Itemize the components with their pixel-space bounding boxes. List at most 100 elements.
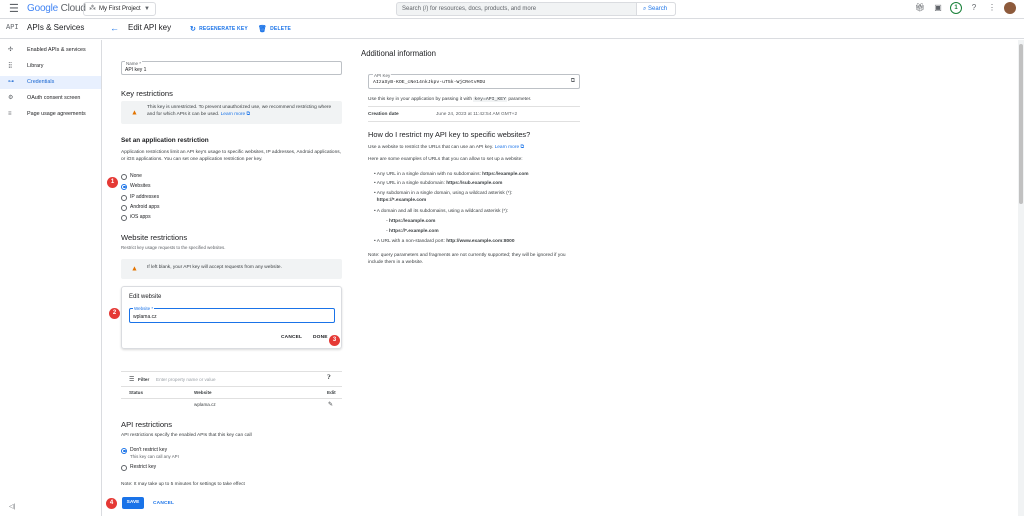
library-icon: ⣿ bbox=[8, 63, 13, 69]
help-icon[interactable]: ❓︎ bbox=[327, 375, 331, 382]
radio-label: None bbox=[130, 173, 142, 179]
gift-icon[interactable]: 🎁︎ bbox=[914, 2, 926, 14]
avatar[interactable] bbox=[1004, 2, 1016, 14]
sidebar: ✣ Enabled APIs & services ⣿ Library ⊶ Crede… bbox=[0, 40, 102, 516]
bullet-text: Any URL in a single domain with no subdo… bbox=[376, 172, 481, 177]
logo-google: Google bbox=[27, 3, 59, 14]
scrollbar[interactable] bbox=[1018, 40, 1024, 516]
marker-1: 1 bbox=[107, 177, 118, 188]
scrollbar-thumb[interactable] bbox=[1019, 44, 1023, 204]
col-website: Website bbox=[194, 390, 212, 395]
radio-dot bbox=[121, 173, 127, 180]
edit-pencil-icon[interactable]: ✎ bbox=[328, 401, 333, 408]
notifications-badge[interactable]: 1 bbox=[950, 2, 962, 14]
sidebar-item-enabled-apis[interactable]: ✣ Enabled APIs & services bbox=[0, 44, 101, 57]
radio-android-apps[interactable]: Android apps bbox=[121, 204, 159, 211]
example-sub-bullet-2: ◦ https://*.example.com bbox=[386, 229, 439, 234]
marker-4: 4 bbox=[106, 498, 117, 509]
sidebar-item-credentials[interactable]: ⊶ Credentials bbox=[0, 76, 101, 89]
radio-dont-restrict[interactable]: Don't restrict key bbox=[121, 447, 167, 454]
sidebar-item-label: OAuth consent screen bbox=[27, 95, 81, 101]
bullet-url: https://example.com bbox=[482, 172, 529, 177]
learn-more-link[interactable]: Learn more bbox=[221, 112, 246, 117]
search-button-label: Search bbox=[648, 6, 668, 12]
project-selector[interactable]: ⁂ My First Project ▼ bbox=[83, 2, 156, 16]
radio-label: Restrict key bbox=[130, 464, 157, 470]
regenerate-key-button[interactable]: ↻ REGENERATE KEY bbox=[190, 25, 248, 33]
radio-label: Android apps bbox=[130, 204, 160, 210]
back-arrow-icon[interactable]: ← bbox=[110, 23, 119, 33]
warning-icon: ▲ bbox=[131, 265, 138, 273]
blank-warning: ▲ If left blank, your API key will accep… bbox=[121, 259, 342, 279]
how-desc-text: Use a website to restrict the URLs that … bbox=[368, 145, 494, 150]
page-usage-icon: ≡ bbox=[8, 111, 12, 117]
key-icon: ⊶ bbox=[8, 79, 14, 85]
cancel-button[interactable]: CANCEL bbox=[153, 501, 174, 506]
help-icon[interactable]: ? bbox=[968, 2, 980, 14]
learn-more-link[interactable]: Learn more bbox=[495, 145, 520, 150]
filter-input[interactable]: Enter property name or value bbox=[156, 377, 216, 382]
collapse-sidebar-icon[interactable]: ◁| bbox=[9, 503, 15, 510]
save-button[interactable]: SAVE bbox=[122, 497, 144, 509]
website-restrictions-title: Website restrictions bbox=[121, 233, 188, 242]
api-restrictions-title: API restrictions bbox=[121, 420, 173, 429]
info-note: Note: query parameters and fragments are… bbox=[368, 253, 566, 265]
copy-icon[interactable]: ⧉ bbox=[571, 78, 575, 85]
radio-none[interactable]: None bbox=[121, 173, 142, 180]
search-input[interactable]: Search (/) for resources, docs, products… bbox=[396, 2, 676, 16]
name-field[interactable]: Name * API key 1 bbox=[121, 61, 342, 75]
edit-website-card: Edit website Website * wplama.cz CANCEL … bbox=[121, 286, 342, 349]
search-button[interactable]: ⌕ Search bbox=[636, 2, 676, 16]
done-button[interactable]: DONE bbox=[313, 335, 328, 340]
sidebar-item-oauth[interactable]: ⚙ OAuth consent screen bbox=[0, 92, 101, 105]
filter-icon[interactable]: ☰ bbox=[129, 376, 134, 383]
warning-text: This key is unrestricted. To prevent una… bbox=[147, 105, 337, 118]
website-restrictions-desc: Restrict key usage requests to the speci… bbox=[121, 245, 226, 250]
bullet-url: https://example.com bbox=[389, 219, 436, 224]
refresh-icon: ↻ bbox=[190, 26, 197, 33]
cloud-shell-icon[interactable]: ▣ bbox=[932, 2, 944, 14]
radio-dot bbox=[121, 447, 127, 454]
sidebar-item-label: Enabled APIs & services bbox=[27, 47, 86, 53]
radio-websites[interactable]: Websites bbox=[121, 183, 150, 190]
warning-icon: ▲ bbox=[131, 109, 138, 116]
api-icon: API bbox=[6, 24, 19, 32]
radio-dot bbox=[121, 464, 127, 471]
radio-label: Don't restrict key bbox=[130, 447, 168, 453]
delete-button[interactable]: 🗑︎ DELETE bbox=[258, 25, 291, 33]
radio-ios-apps[interactable]: iOS apps bbox=[121, 214, 151, 221]
divider bbox=[368, 106, 580, 107]
key-restrictions-title: Key restrictions bbox=[121, 89, 173, 98]
sub-header: API APIs & Services ← Edit API key ↻ REGE… bbox=[0, 19, 1024, 39]
hamburger-menu-icon[interactable]: ☰ bbox=[9, 3, 19, 15]
google-cloud-logo[interactable]: Google Cloud bbox=[27, 3, 86, 15]
bullet-text: Any subdomain in a single domain, using … bbox=[376, 191, 513, 196]
radio-dot bbox=[121, 204, 127, 211]
divider bbox=[121, 386, 342, 387]
app-restriction-title: Set an application restriction bbox=[121, 137, 209, 144]
more-vert-icon[interactable]: ⋮ bbox=[986, 2, 998, 14]
enabled-apis-icon: ✣ bbox=[8, 47, 14, 53]
blank-warning-text: If left blank, your API key will accept … bbox=[147, 265, 282, 270]
example-bullet-3: • Any subdomain in a single domain, usin… bbox=[374, 191, 513, 203]
radio-label: Websites bbox=[130, 183, 151, 189]
cancel-edit-button[interactable]: CANCEL bbox=[281, 335, 302, 340]
app-restriction-desc: Application restrictions limit an API ke… bbox=[121, 150, 341, 162]
sidebar-item-library[interactable]: ⣿ Library bbox=[0, 60, 101, 73]
radio-restrict-key[interactable]: Restrict key bbox=[121, 464, 156, 471]
api-key-label: API Key bbox=[373, 73, 392, 78]
api-key-value: AIzaSyB-KOE_cNe14nkJkpv-uT5k-WjCRetvMDU bbox=[373, 80, 486, 85]
sidebar-item-label: Page usage agreements bbox=[27, 111, 86, 117]
creation-date-label: Creation date bbox=[368, 112, 399, 117]
external-link-icon: ⧉ bbox=[245, 111, 250, 117]
section-title: APIs & Services bbox=[27, 23, 85, 32]
filter-label: Filter bbox=[138, 377, 150, 382]
radio-ip-addresses[interactable]: IP addresses bbox=[121, 194, 159, 201]
usage-suffix: parameter. bbox=[508, 97, 532, 102]
how-desc: Use a website to restrict the URLs that … bbox=[368, 144, 524, 150]
bullet-text: A domain and all its subdomains, using a… bbox=[376, 209, 509, 214]
website-input[interactable]: Website * wplama.cz bbox=[129, 306, 335, 323]
sidebar-item-page-usage[interactable]: ≡ Page usage agreements bbox=[0, 108, 101, 121]
usage-text: Use this key in your application by pass… bbox=[368, 97, 531, 102]
divider bbox=[121, 398, 342, 399]
